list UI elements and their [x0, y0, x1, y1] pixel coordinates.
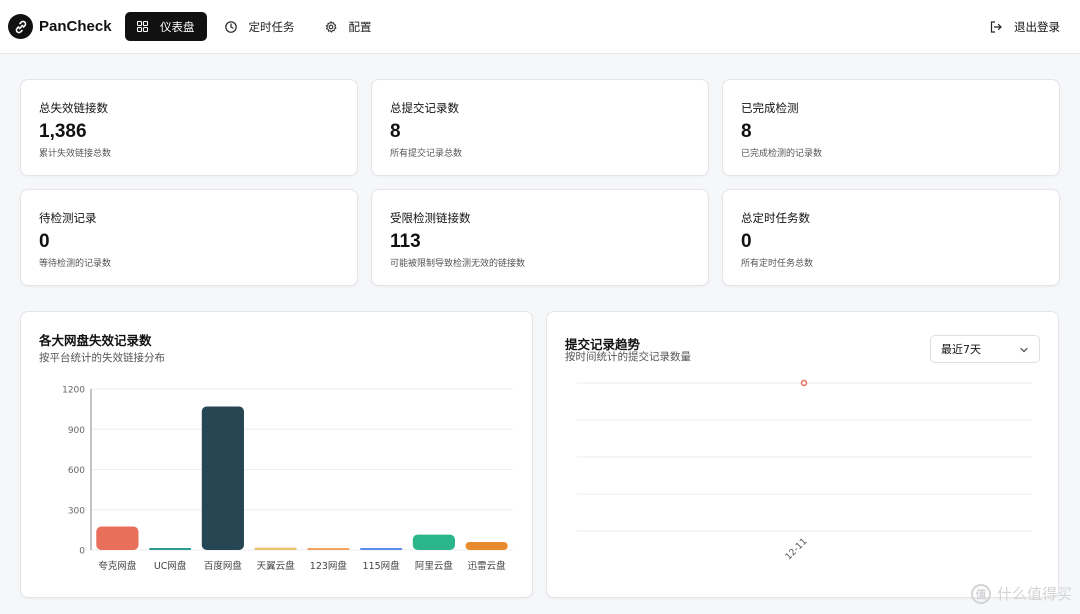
x-tick-label: 阿里云盘	[415, 560, 454, 572]
x-tick-label: 百度网盘	[204, 560, 243, 572]
stat-title: 总失效链接数	[39, 101, 108, 115]
x-tick-label: 115网盘	[363, 560, 401, 572]
stat-title: 待检测记录	[39, 211, 97, 225]
stat-subtitle: 所有提交记录总数	[390, 149, 463, 159]
logout-label: 退出登录	[1014, 20, 1060, 34]
y-tick-label: 1200	[62, 386, 85, 396]
stat-value: 0	[741, 231, 752, 252]
y-tick-label: 900	[68, 426, 85, 436]
stat-value: 8	[390, 121, 401, 142]
brand[interactable]: PanCheck	[8, 14, 112, 39]
platform-bar-chart: 0 300 600 900 1200 夸克网盘 UC网盘 百度网盘 天翼云盘 123网盘 115网盘…	[62, 386, 513, 572]
stat-subtitle: 已完成检测的记录数	[741, 149, 823, 159]
stat-subtitle: 等待检测的记录数	[39, 259, 112, 269]
stat-value: 8	[741, 121, 752, 142]
bar[interactable]	[307, 548, 350, 550]
dashboard-icon	[137, 21, 148, 32]
app-name: PanCheck	[39, 18, 112, 35]
stat-card-total-invalid-links: 总失效链接数 1,386 累计失效链接总数	[20, 79, 358, 176]
bar[interactable]	[360, 548, 403, 550]
stat-subtitle: 所有定时任务总数	[741, 259, 814, 269]
bar[interactable]	[201, 406, 244, 550]
stat-title: 已完成检测	[741, 101, 799, 115]
clock-icon	[224, 20, 237, 33]
bar[interactable]	[254, 547, 297, 550]
stat-title: 受限检测链接数	[390, 211, 471, 225]
stat-value: 1,386	[39, 121, 87, 142]
trend-point[interactable]	[800, 379, 808, 387]
stat-title: 总提交记录数	[390, 101, 459, 115]
nav-item-label: 配置	[348, 19, 372, 34]
main-nav: 仪表盘 定时任务 配置	[125, 12, 390, 41]
nav-item-label: 仪表盘	[160, 19, 195, 34]
stat-value: 113	[390, 231, 421, 252]
x-tick-label: 夸克网盘	[98, 560, 137, 572]
stat-card-pending-records: 待检测记录 0 等待检测的记录数	[20, 189, 358, 286]
stat-card-total-submissions: 总提交记录数 8 所有提交记录总数	[371, 79, 709, 176]
bar[interactable]	[465, 541, 508, 550]
nav-item-dashboard[interactable]: 仪表盘	[125, 12, 207, 41]
stat-subtitle: 可能被限制导致检测无效的链接数	[390, 259, 526, 269]
bar[interactable]	[96, 526, 139, 550]
bar[interactable]	[149, 548, 192, 550]
watermark: 值 什么值得买	[970, 583, 1072, 604]
stat-title: 总定时任务数	[741, 211, 810, 225]
nav-item-label: 定时任务	[248, 19, 295, 34]
stat-card-completed-checks: 已完成检测 8 已完成检测的记录数	[722, 79, 1060, 176]
watermark-icon: 值	[970, 583, 991, 604]
x-tick-label: 天翼云盘	[257, 560, 296, 572]
x-tick-label: 123网盘	[310, 560, 348, 572]
invalid-records-by-platform-panel: 各大网盘失效记录数 按平台统计的失效链接分布 0 300 600 900 1200 夸克网…	[20, 311, 533, 598]
stat-card-restricted-links: 受限检测链接数 113 可能被限制导致检测无效的链接数	[371, 189, 709, 286]
y-tick-label: 0	[79, 547, 85, 557]
submission-trend-chart: 12-11	[577, 379, 1032, 563]
nav-item-settings[interactable]: 配置	[313, 12, 384, 41]
y-tick-label: 600	[68, 466, 85, 476]
x-tick-label: UC网盘	[154, 560, 187, 572]
nav-item-scheduled-tasks[interactable]: 定时任务	[213, 12, 307, 41]
y-tick-label: 300	[68, 506, 85, 516]
gear-icon	[325, 20, 337, 33]
x-tick-label: 迅雷云盘	[468, 560, 507, 572]
submission-trend-panel: 提交记录趋势 按时间统计的提交记录数量 最近7天 12-11	[546, 311, 1059, 598]
logo-icon	[8, 14, 33, 39]
watermark-text: 什么值得买	[996, 585, 1072, 603]
stat-subtitle: 累计失效链接总数	[39, 149, 112, 159]
logout-button[interactable]: 退出登录	[990, 19, 1060, 35]
bar[interactable]	[412, 534, 455, 550]
top-bar: PanCheck 仪表盘 定时任务 配置 退出登录	[0, 0, 1080, 54]
logout-icon	[990, 21, 1002, 33]
stat-value: 0	[39, 231, 50, 252]
x-tick-label: 12-11	[784, 537, 810, 563]
stat-card-scheduled-tasks: 总定时任务数 0 所有定时任务总数	[722, 189, 1060, 286]
